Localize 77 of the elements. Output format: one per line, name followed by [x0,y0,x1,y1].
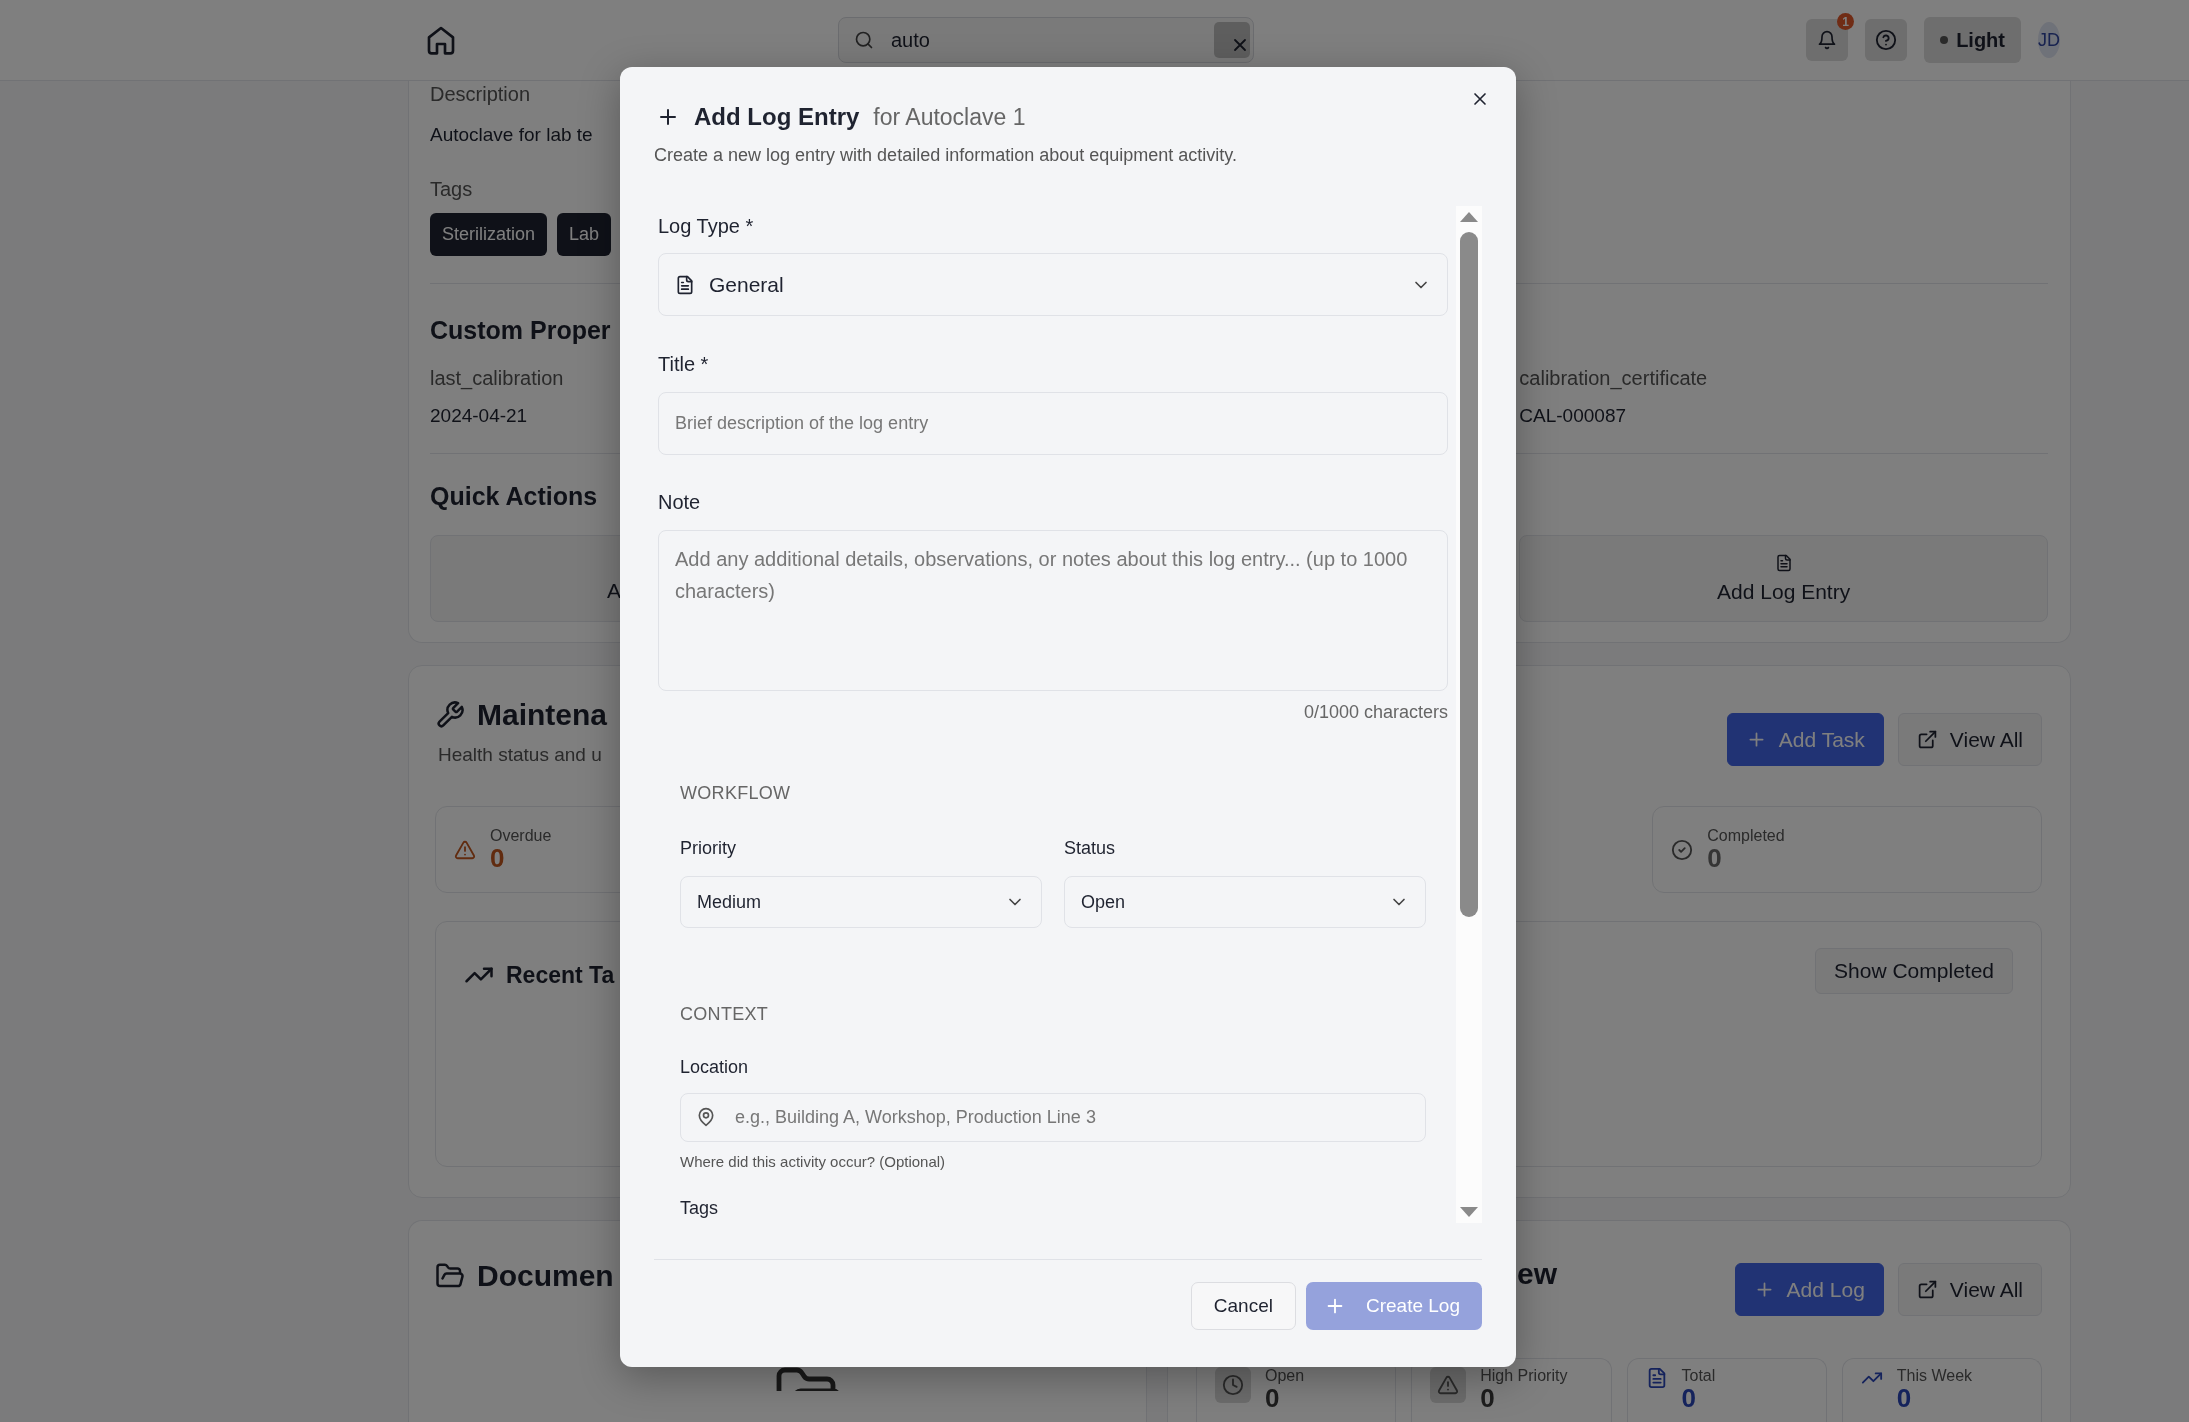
stat-label: This Week [1896,1367,1973,1385]
field-label: Status [1064,837,1116,860]
field-label: Priority [680,837,736,860]
home-button[interactable] [425,24,457,56]
show-completed-button[interactable]: Show Completed [1815,948,2013,994]
tag-chip: Lab [557,213,612,256]
view-all-button[interactable]: View All [1897,1263,2042,1316]
field-label: Description [430,82,531,106]
property-value: CAL-000087 [1519,405,1627,427]
stat-value: 0 [490,844,505,873]
note-textarea[interactable]: Add any additional details, observations, or notes about this log entry... (up to 1000 characters) [658,530,1448,691]
stat-label: Open [1265,1367,1305,1385]
help-icon [1875,29,1898,51]
section-heading: CONTEXT [680,1004,769,1025]
stat-value: 0 [1265,1385,1280,1413]
warning-icon [454,838,476,861]
quick-action-button[interactable]: Add Log Entry [1519,535,2048,622]
status-select[interactable]: Open [1064,876,1426,928]
stat-label: Total [1681,1367,1716,1385]
section-title: Custom Proper [430,316,611,345]
document-icon [675,274,695,295]
document-icon [1774,553,1793,572]
clock-icon [1222,1374,1244,1396]
stat-label: Completed [1707,826,1785,845]
field-label: Tags [680,1197,719,1220]
warning-icon [1437,1374,1460,1396]
character-counter: 0/1000 characters [1303,702,1448,723]
title-input[interactable]: Brief description of the log entry [658,392,1448,455]
view-all-button[interactable]: View All [1897,713,2042,766]
cancel-button[interactable]: Cancel [1190,1282,1296,1330]
check-circle-icon [1671,838,1694,861]
card-title: ew [1517,1257,1558,1291]
property-name: last_calibration [430,367,564,390]
help-button[interactable] [1865,19,1908,61]
field-label: Log Type * [658,214,754,238]
theme-toggle[interactable]: Light [1924,17,2021,63]
field-label: Location [680,1056,749,1079]
external-link-icon [1916,1279,1938,1300]
stat-value: 0 [1681,1385,1696,1413]
stat-value: 0 [1896,1385,1912,1413]
section-title: Quick Actions [430,482,598,511]
field-hint: Where did this activity occur? (Optional) [680,1153,946,1170]
add-button[interactable]: Add Task [1726,713,1884,766]
description-text: Autoclave for lab te [430,124,593,146]
home-icon [425,24,457,56]
map-pin-icon [696,1107,716,1127]
dialog-description: Create a new log entry with detailed information about equipment activity. [654,145,1237,166]
user-avatar[interactable]: JD [2038,22,2060,58]
stat-label: Overdue [490,826,552,845]
location-field[interactable]: e.g., Building A, Workshop, Production Line 3 [680,1093,1426,1142]
add-button[interactable]: Add Log [1734,1263,1884,1316]
property-value: 2024-04-21 [430,405,528,427]
panel-title: Recent Ta [506,961,615,989]
dialog-subtitle: for Autoclave 1 [873,103,1026,131]
dialog-title: Add Log Entry [694,103,860,131]
search-field[interactable]: auto [838,17,1254,63]
field-label: Title * [658,352,709,376]
wrench-icon [435,700,465,730]
log-type-select[interactable]: General [658,253,1448,316]
property-name: calibration_certificate [1519,367,1708,390]
notification-badge: 1 [1837,13,1855,30]
notifications-button[interactable] [1806,19,1849,61]
card-title: Documen [477,1259,614,1293]
stat-value: 0 [1707,844,1722,873]
external-link-icon [1916,729,1938,750]
search-icon [854,30,874,50]
clear-search-button[interactable] [1214,22,1250,58]
bell-icon [1817,30,1838,50]
stat-label: High Priority [1480,1367,1568,1385]
tag-chip: Sterilization [430,213,548,256]
card-subtitle: Health status and u [438,744,602,766]
field-label: Tags [430,178,473,201]
field-label: Note [658,490,701,514]
card-title: Maintena [477,698,608,732]
priority-select[interactable]: Medium [680,876,1042,928]
section-heading: WORKFLOW [680,783,791,804]
stat-value: 0 [1480,1385,1495,1413]
